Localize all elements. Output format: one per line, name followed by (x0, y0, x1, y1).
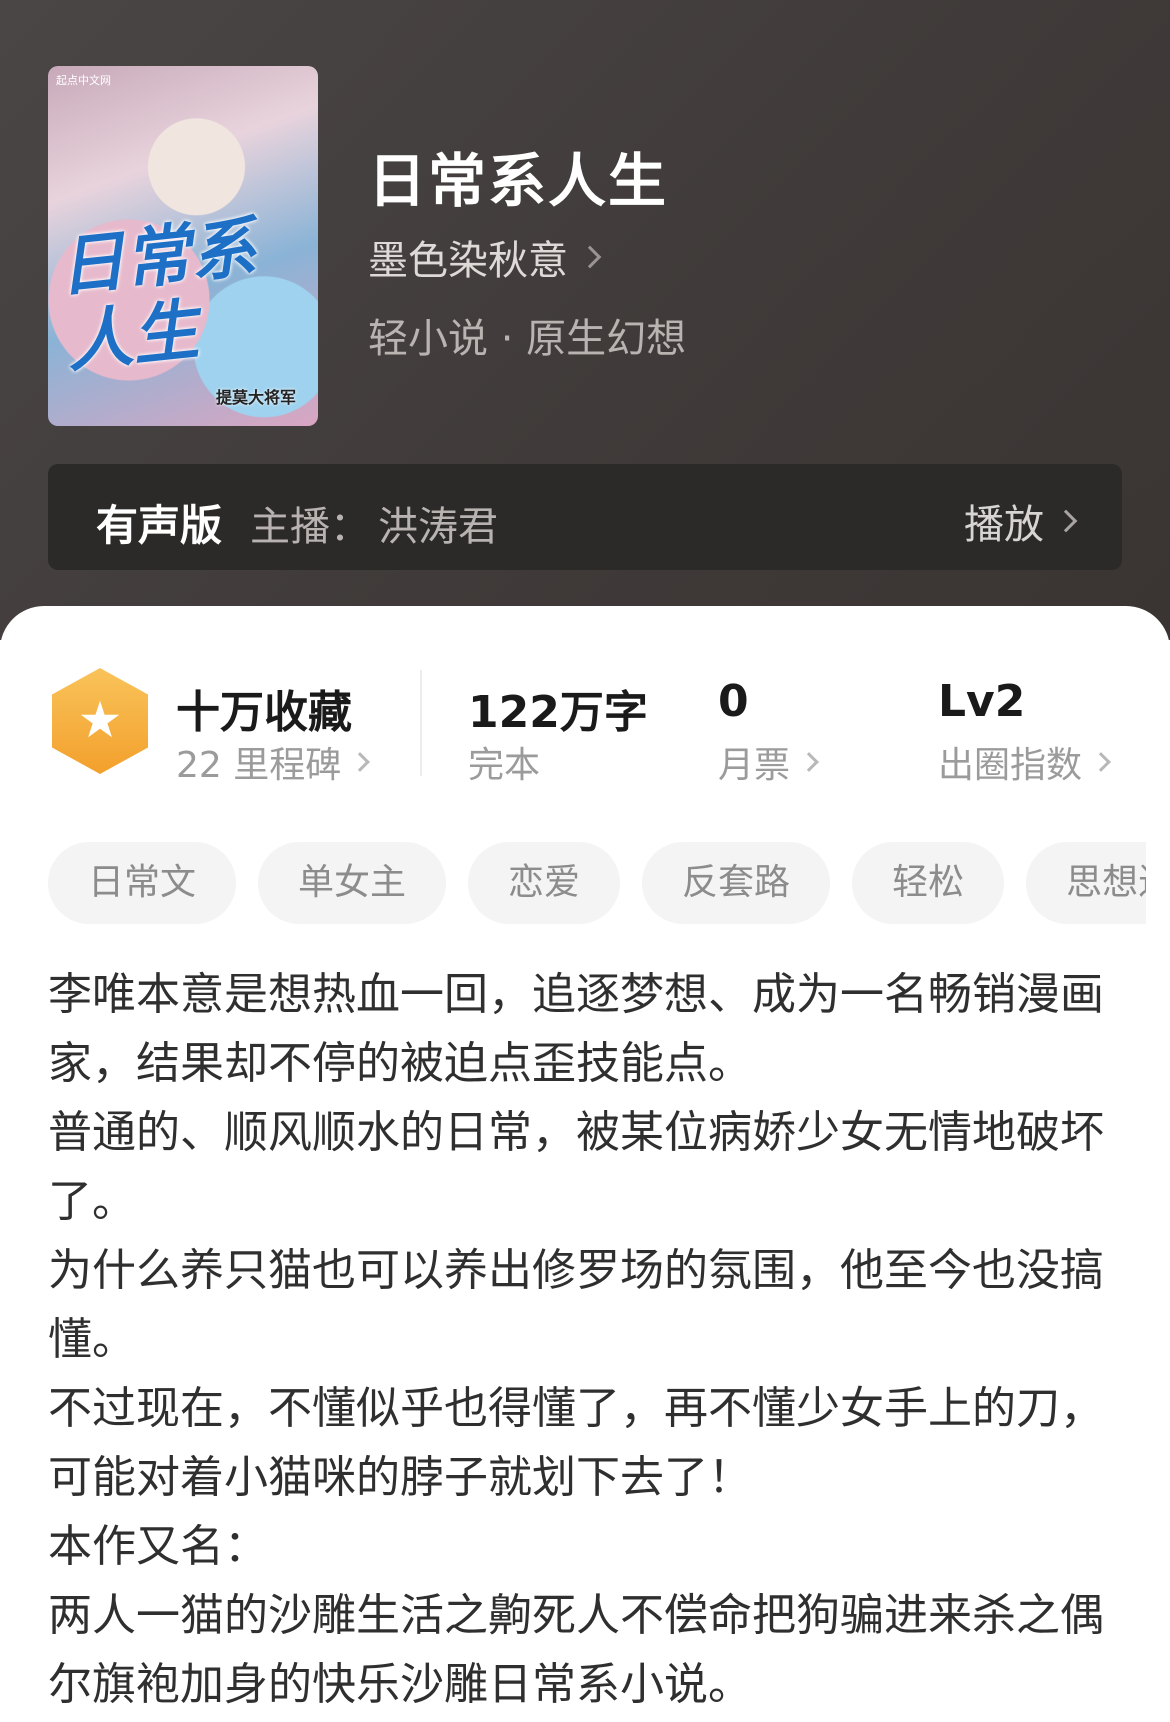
milestones-link[interactable]: 22 里程碑 (176, 736, 371, 788)
synopsis-paragraph: 本作又名： (48, 1521, 268, 1572)
book-title: 日常系人生 (368, 147, 669, 215)
collection-badge-icon[interactable]: ★ (52, 668, 148, 774)
synopsis-paragraph: 两人一猫的沙雕生活之齁死人不偿命把狗骗进来杀之偶尔旗袍加身的快乐沙雕日常系小说。 (48, 1590, 1104, 1710)
synopsis-paragraph: 普通的、顺风顺水的日常，被某位病娇少女无情地破坏了。 (48, 1107, 1104, 1227)
audio-host-label: 主播： (250, 504, 370, 550)
level-value: Lv2 (938, 676, 1026, 727)
stats-divider (420, 670, 422, 776)
chevron-right-icon (799, 752, 819, 772)
collections-count: 十万收藏 (176, 687, 352, 738)
book-genre: 轻小说 · 原生幻想 (368, 316, 687, 362)
book-header: 起点中文网 日常系人生 提莫大将军 日常系人生 墨色染秋意 轻小说 · 原生幻想… (0, 0, 1170, 640)
monthly-votes-link[interactable]: 月票 (718, 736, 819, 788)
play-label: 播放 (964, 502, 1044, 548)
popularity-index-label: 出圈指数 (938, 745, 1083, 786)
word-count: 122万字 (468, 687, 648, 738)
popularity-index-link[interactable]: 出圈指数 (938, 736, 1111, 788)
tag-chip[interactable]: 恋爱 (468, 842, 621, 924)
tag-chip[interactable]: 反套路 (642, 842, 831, 924)
cover-publisher-badge: 起点中文网 (56, 74, 111, 87)
tag-chip[interactable]: 思想进 (1026, 842, 1146, 924)
tag-chip[interactable]: 日常文 (48, 842, 237, 924)
book-synopsis: 李唯本意是想热血一回，追逐梦想、成为一名畅销漫画家，结果却不停的被迫点歪技能点。… (48, 960, 1128, 1719)
audio-version-label: 有声版 (96, 501, 223, 550)
cover-author-art: 提莫大将军 (215, 388, 296, 407)
audio-version-bar[interactable]: 有声版 主播： 洪涛君 播放 (48, 464, 1122, 570)
chevron-right-icon (350, 752, 371, 772)
tag-chip[interactable]: 单女主 (258, 842, 447, 924)
cover-title-art: 日常系人生 (54, 207, 260, 382)
synopsis-paragraph: 为什么养只猫也可以养出修罗场的氛围，他至今也没搞懂。 (48, 1245, 1104, 1365)
milestones-label: 22 里程碑 (176, 745, 342, 786)
monthly-votes-count: 0 (718, 676, 749, 727)
tag-chip[interactable]: 轻松 (852, 842, 1005, 924)
book-details-sheet: ★ 十万收藏 22 里程碑 122万字 完本 0 月票 Lv2 出圈指数 日常文… (0, 606, 1170, 1722)
monthly-votes-label: 月票 (718, 745, 791, 786)
chevron-right-icon (1091, 752, 1111, 772)
star-icon: ★ (77, 691, 123, 749)
book-cover[interactable]: 起点中文网 日常系人生 提莫大将军 (48, 66, 318, 426)
play-button[interactable]: 播放 (964, 492, 1078, 550)
synopsis-paragraph: 不过现在，不懂似乎也得懂了，再不懂少女手上的刀，可能对着小猫咪的脖子就划下去了！ (48, 1383, 1104, 1503)
chevron-right-icon (578, 245, 602, 269)
completion-status: 完本 (468, 736, 540, 788)
completion-status-label: 完本 (468, 745, 541, 786)
audio-host-name: 洪涛君 (378, 504, 498, 550)
author-link[interactable]: 墨色染秋意 (368, 228, 602, 286)
tag-list: 日常文单女主恋爱反套路轻松思想进 (48, 842, 1146, 928)
synopsis-paragraph: 李唯本意是想热血一回，追逐梦想、成为一名畅销漫画家，结果却不停的被迫点歪技能点。 (48, 969, 1104, 1089)
chevron-right-icon (1054, 509, 1078, 533)
author-name: 墨色染秋意 (368, 238, 568, 284)
